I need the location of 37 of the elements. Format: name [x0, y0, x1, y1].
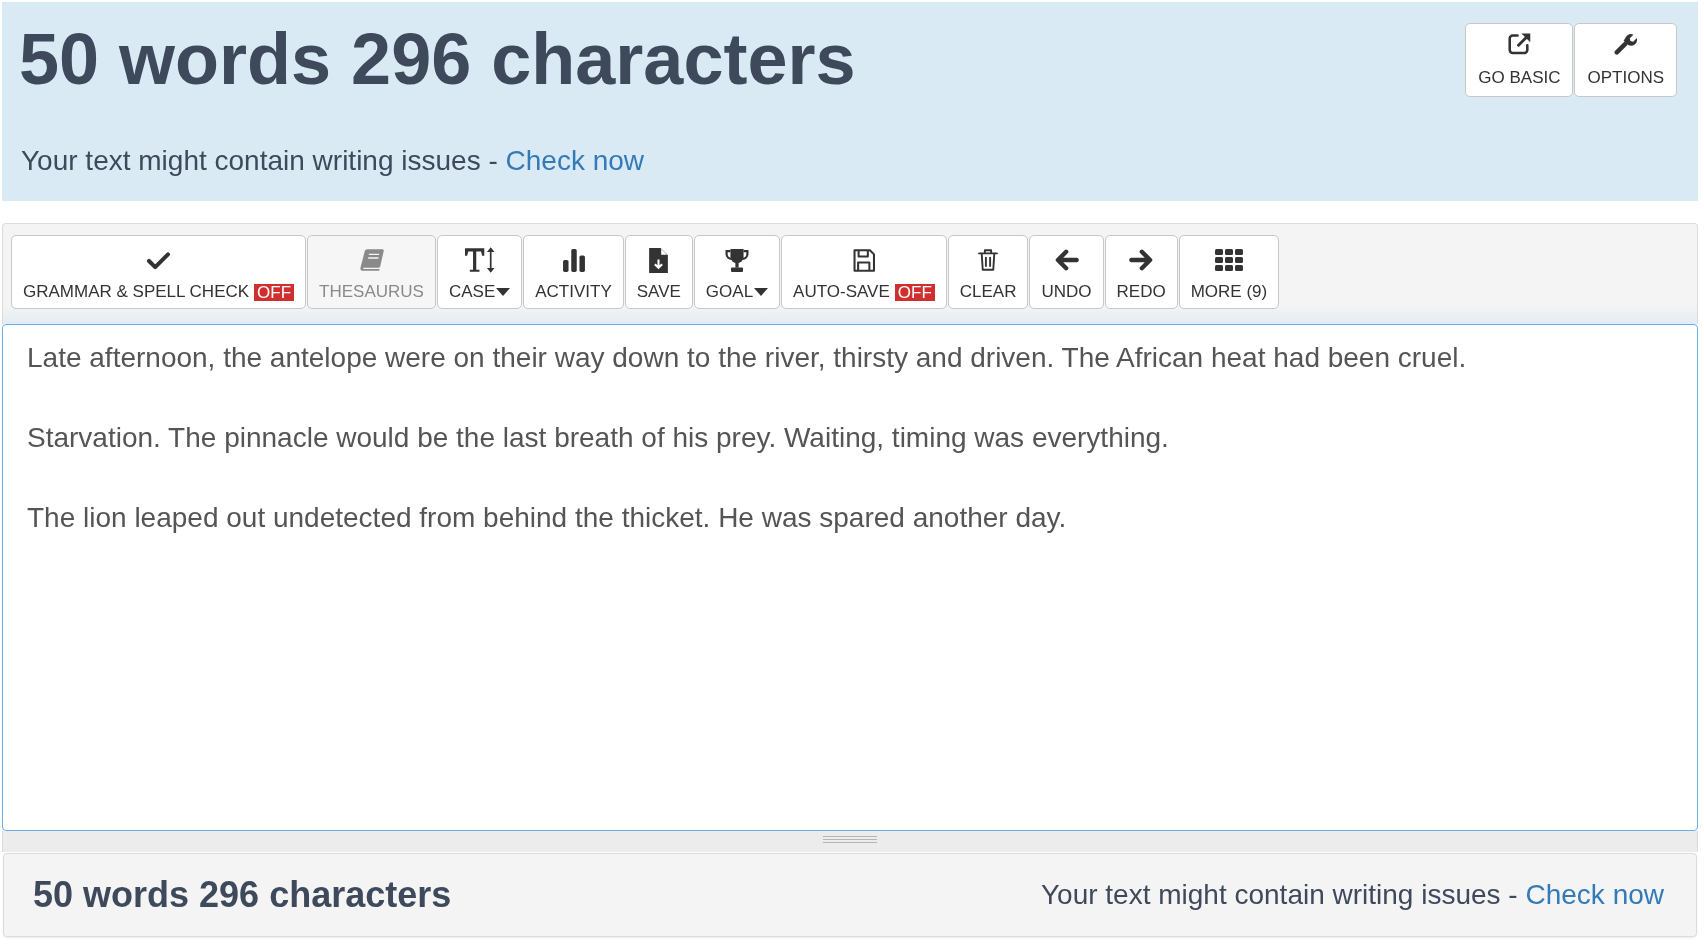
editor-text: Starvation. The pinnacle would be the last breath of his prey. Waiting, timing was everything.	[27, 421, 1170, 455]
arrow-left-icon	[1054, 249, 1079, 271]
grid-icon	[1214, 249, 1243, 271]
editor-text: The lion leaped out undetected from behind the thicket. He was spared another day.	[27, 501, 1068, 535]
arrow-right-icon	[1129, 249, 1154, 271]
check-now-link[interactable]: Check now	[505, 145, 645, 176]
book-icon	[359, 249, 384, 271]
trash-icon	[978, 248, 999, 272]
toolbar-button[interactable]: GOAL	[693, 235, 781, 309]
toolbar-button[interactable]: REDO	[1104, 235, 1178, 309]
editor-text: Late afternoon, the antelope were on their way down to the river, thirsty and driven. The African heat had been cruel.	[27, 341, 1468, 375]
writing-issues-notice: Your text might contain writing issues - Check now	[1040, 878, 1664, 912]
toolbar-button[interactable]: MORE (9)	[1178, 235, 1280, 309]
trophy-icon	[725, 248, 749, 272]
text-editor[interactable]	[2, 324, 1698, 831]
external-link-icon	[1507, 33, 1531, 55]
toolbar-button[interactable]: GRAMMAR & SPELL CHECK OFF	[11, 235, 307, 309]
word-count-text: 50 words 296 characters	[33, 874, 452, 916]
toolbar-button[interactable]: CASE	[436, 235, 523, 309]
bar-chart-icon	[562, 248, 585, 272]
header-button[interactable]: GO BASIC	[1465, 23, 1574, 97]
checkmark-icon	[146, 250, 172, 270]
check-now-link[interactable]: Check now	[1525, 879, 1664, 910]
text-height-icon	[464, 247, 495, 273]
header-button[interactable]: OPTIONS	[1574, 23, 1677, 97]
writing-issues-notice: Your text might contain writing issues - Check now	[21, 144, 646, 178]
grip-icon	[823, 836, 877, 843]
file-download-icon	[649, 247, 669, 273]
toolbar-button[interactable]: SAVE	[624, 235, 693, 309]
wrench-icon	[1614, 33, 1638, 55]
toolbar-button[interactable]: UNDO	[1029, 235, 1104, 309]
word-count-title: 50 words 296 characters	[19, 20, 856, 99]
toolbar-button[interactable]: ACTIVITY	[523, 235, 624, 309]
status-indicator: OFF	[254, 283, 295, 301]
status-indicator: OFF	[894, 283, 935, 301]
toolbar-button[interactable]: CLEAR	[947, 235, 1029, 309]
toolbar-button[interactable]: AUTO-SAVE OFF	[781, 235, 947, 309]
